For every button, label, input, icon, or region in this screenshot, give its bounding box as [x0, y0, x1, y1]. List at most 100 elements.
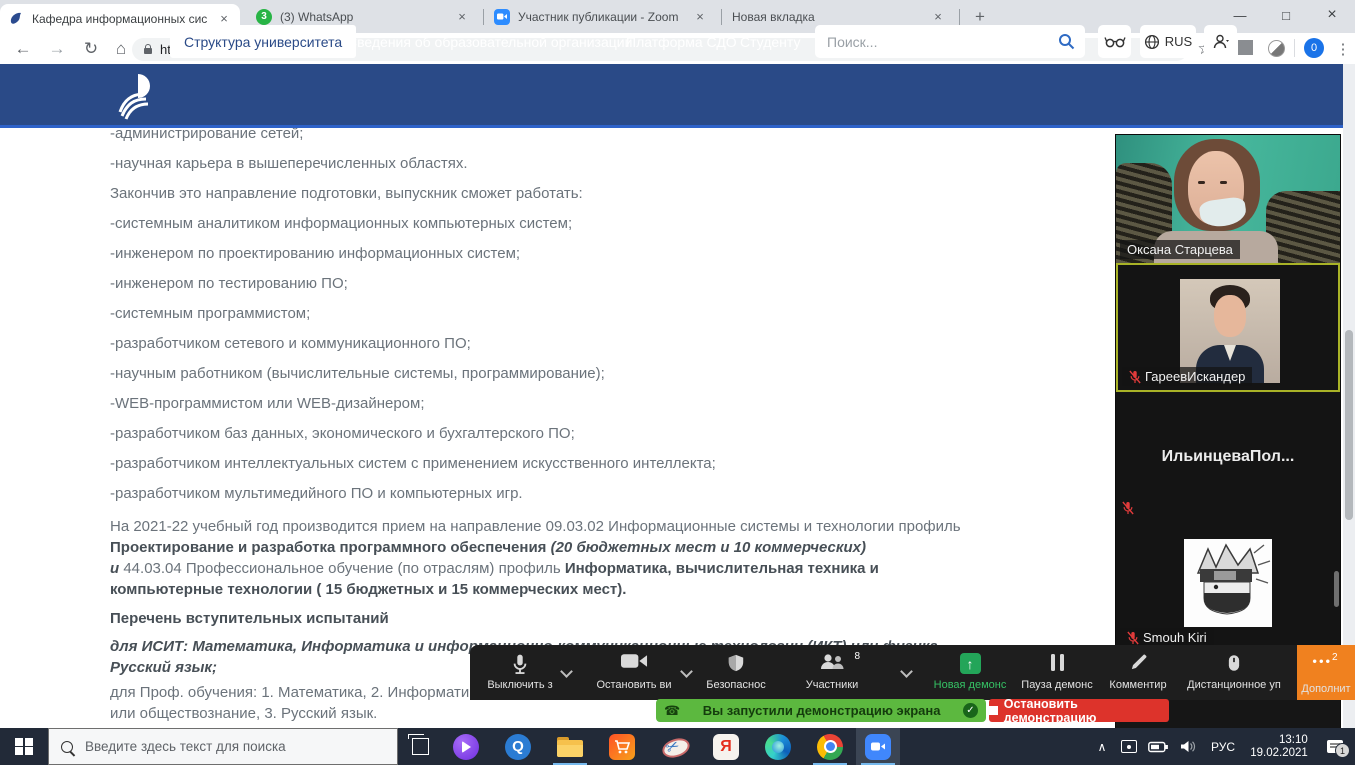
window-close-button[interactable]: × — [1309, 0, 1355, 30]
admission-text: На 2021-22 учебный год производится прие… — [110, 518, 961, 535]
eye — [1198, 181, 1205, 184]
shield-check-icon: ✓ — [963, 703, 978, 718]
stop-share-button[interactable]: Остановить демонстрацию — [989, 699, 1169, 722]
market-app-button[interactable] — [600, 728, 644, 765]
content-line: Закончив это направление подготовки, вып… — [110, 178, 1110, 208]
tab-title: Новая вкладка — [732, 10, 922, 24]
lock-icon — [144, 48, 152, 54]
pause-share-label: Пауза демонс — [1021, 679, 1092, 691]
zoom-toolbar: Выключить з Остановить ви Безопаснос 8 — [470, 645, 1355, 700]
panel-scrollbar-thumb[interactable] — [1334, 571, 1339, 607]
stop-video-label: Остановить ви — [596, 679, 671, 691]
back-button[interactable]: ← — [10, 36, 36, 62]
site-search[interactable] — [815, 25, 1085, 58]
extension-icon[interactable] — [1238, 40, 1253, 55]
stop-video-button[interactable]: Остановить ви — [588, 649, 680, 696]
participant-name-label: ИльинцеваПол... — [1116, 393, 1340, 521]
more-button[interactable]: •••2 Дополнит — [1297, 645, 1355, 700]
windows-taskbar: Q ✂ Я — [0, 728, 1355, 765]
search-app-button[interactable]: Q — [496, 728, 540, 765]
tab-close-button[interactable]: × — [454, 9, 470, 25]
notification-icon: 1 — [1327, 740, 1343, 753]
nav-item-sdo[interactable]: Платформа СДО — [626, 25, 737, 58]
alice-app-button[interactable] — [444, 728, 488, 765]
language-button[interactable]: RUS — [1140, 25, 1196, 58]
nav-item-info[interactable]: Сведения об образовательной организации — [347, 25, 632, 58]
snipping-tool-button[interactable]: ✂ — [652, 728, 696, 765]
nav-item-student[interactable]: Студенту — [740, 25, 800, 58]
tab-separator — [483, 9, 484, 25]
yandex-browser-button[interactable]: Я — [704, 728, 748, 765]
participant-tile[interactable]: ГареевИскандер — [1116, 263, 1340, 392]
clock[interactable]: 13:10 19.02.2021 — [1243, 734, 1315, 760]
tab-separator — [959, 9, 960, 25]
annotate-label: Комментир — [1109, 679, 1166, 691]
content-line: -инженером по проектированию информацион… — [110, 238, 1110, 268]
screen-share-banner: ☎ Вы запустили демонстрацию экрана ✓ — [656, 699, 986, 722]
page-scrollbar[interactable] — [1343, 64, 1355, 728]
share-banner-text: Вы запустили демонстрацию экрана — [703, 703, 941, 718]
mute-button[interactable]: Выключить з — [478, 649, 562, 696]
tab-separator — [721, 9, 722, 25]
account-button[interactable] — [1204, 25, 1237, 58]
forward-button[interactable]: → — [44, 36, 70, 62]
participant-tile[interactable]: Smouh Kiri — [1116, 521, 1340, 651]
reload-button[interactable]: ↻ — [78, 36, 104, 62]
language-label: RUS — [1165, 34, 1192, 49]
search-icon[interactable] — [1058, 33, 1075, 50]
annotate-button[interactable]: Комментир — [1100, 649, 1176, 696]
content-line: -разработчиком интеллектуальных систем с… — [110, 448, 1110, 478]
divider — [1294, 39, 1295, 57]
battery-icon[interactable] — [1143, 741, 1173, 753]
tab-title: (3) WhatsApp — [280, 10, 446, 24]
remote-control-button[interactable]: Дистанционное уп — [1178, 649, 1290, 696]
language-indicator[interactable]: РУС — [1203, 740, 1243, 754]
camera-icon — [621, 653, 648, 669]
taskbar-search[interactable] — [48, 728, 398, 765]
pencil-icon — [1129, 653, 1148, 672]
volume-icon[interactable] — [1173, 740, 1203, 753]
glasses-icon — [1104, 36, 1126, 48]
profile-avatar[interactable]: 0 — [1304, 38, 1324, 58]
taskbar-search-input[interactable] — [83, 738, 385, 755]
scrollbar-thumb[interactable] — [1345, 330, 1353, 520]
action-center-button[interactable]: 1 — [1315, 740, 1355, 753]
extension-icon[interactable] — [1268, 40, 1285, 57]
edge-button[interactable] — [756, 728, 800, 765]
browser-menu-icon[interactable]: ⋮ — [1330, 36, 1355, 62]
windows-logo-icon — [15, 738, 33, 756]
mute-options-chevron-icon[interactable] — [560, 665, 573, 678]
content-line: -инженером по тестированию ПО; — [110, 268, 1110, 298]
tab-close-button[interactable]: × — [692, 9, 708, 25]
start-button[interactable] — [0, 728, 48, 765]
alice-glyph — [462, 741, 471, 753]
search-icon — [61, 741, 73, 753]
zoom-tray-icon[interactable] — [1115, 740, 1143, 753]
task-view-button[interactable] — [398, 728, 442, 765]
accessibility-glasses-button[interactable] — [1098, 25, 1131, 58]
nav-item-structure-active[interactable]: Структура университета — [170, 25, 356, 58]
zoom-app-button[interactable] — [856, 728, 900, 765]
window-maximize-button[interactable]: □ — [1263, 0, 1309, 30]
pause-icon — [1051, 653, 1064, 671]
admission-text-bold-italic: (20 бюджетных мест и 10 коммерческих) — [551, 539, 866, 556]
more-count-badge: 2 — [1332, 652, 1340, 663]
participant-tile[interactable]: ИльинцеваПол... — [1116, 393, 1340, 521]
site-search-input[interactable] — [825, 33, 1058, 51]
participant-tile[interactable]: Оксана Старцева — [1116, 135, 1340, 263]
file-explorer-button[interactable] — [548, 728, 592, 765]
exam-heading: Перечень вступительных испытаний — [110, 608, 389, 629]
tab-close-button[interactable]: × — [930, 9, 946, 25]
video-options-chevron-icon[interactable] — [680, 665, 693, 678]
tray-expand-chevron-icon[interactable]: ∧ — [1089, 740, 1115, 754]
muted-mic-icon — [1129, 370, 1141, 384]
home-button[interactable]: ⌂ — [108, 36, 134, 62]
task-view-icon — [412, 738, 429, 755]
participants-options-chevron-icon[interactable] — [900, 665, 913, 678]
participants-button[interactable]: 8 Участники — [790, 649, 874, 696]
new-share-button[interactable]: ↑ Новая демонс — [928, 649, 1012, 696]
edge-icon — [765, 734, 791, 760]
security-button[interactable]: Безопаснос — [698, 649, 774, 696]
chrome-button[interactable] — [808, 728, 852, 765]
pause-share-button[interactable]: Пауза демонс — [1015, 649, 1099, 696]
